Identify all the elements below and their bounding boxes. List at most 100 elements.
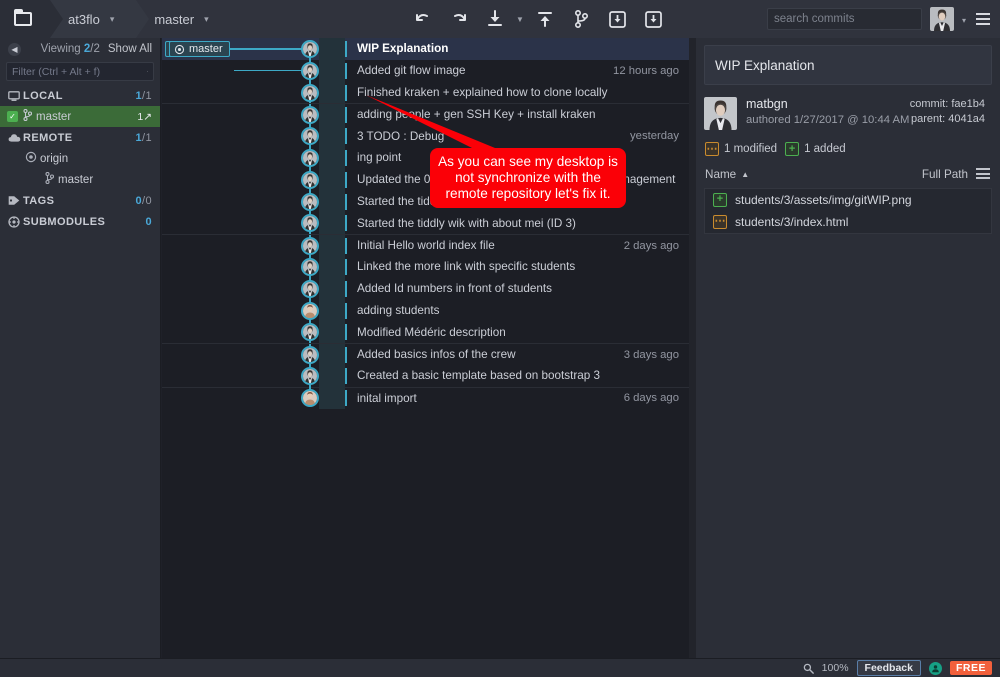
parent-hash-row: parent: 4041a4 xyxy=(910,113,985,125)
origin-label: origin xyxy=(40,152,69,165)
commit-node-avatar[interactable] xyxy=(301,257,319,276)
commit-node-avatar[interactable] xyxy=(301,366,319,385)
submodules-count: 0 xyxy=(145,215,152,228)
added-count: 1 added xyxy=(804,143,846,155)
commit-hashes: commit: fae1b4 parent: 4041a4 xyxy=(910,97,990,130)
avatar[interactable] xyxy=(930,7,954,31)
file-row[interactable]: + students/3/assets/img/gitWIP.png xyxy=(705,189,991,211)
lane-bar xyxy=(345,367,347,384)
authored-date: authored 1/27/2017 @ 10:44 AM xyxy=(746,114,910,126)
commit-row[interactable]: Started the tiddly wik with about mei (I… xyxy=(162,212,689,235)
commit-node-avatar[interactable] xyxy=(301,148,319,167)
commit-row[interactable]: Created a basic template based on bootst… xyxy=(162,364,689,387)
redo-button[interactable] xyxy=(441,0,477,38)
branch-button[interactable] xyxy=(563,0,599,38)
branch-icon xyxy=(40,171,58,187)
stash-button[interactable] xyxy=(599,0,635,38)
pull-dropdown[interactable]: ▼ xyxy=(513,0,527,38)
commit-row[interactable]: inital import 6 days ago xyxy=(162,386,689,410)
zoom-level[interactable]: 100% xyxy=(822,662,849,674)
sidebar-item-origin[interactable]: origin xyxy=(0,148,160,169)
commit-graph-pane[interactable]: WIP Explanation Added git flow image 12 ho… xyxy=(162,38,689,658)
search-commits-box[interactable] xyxy=(767,8,928,30)
sidebar-section-remote[interactable]: REMOTE 1/1 xyxy=(0,127,160,148)
lane-background xyxy=(319,103,345,126)
checkbox-checked-icon[interactable]: ✓ xyxy=(7,111,18,122)
list-view-icon[interactable] xyxy=(976,168,990,182)
commit-graph-cell xyxy=(162,343,352,366)
chevron-down-icon: ▾ xyxy=(109,13,115,24)
commit-node-avatar[interactable] xyxy=(301,83,319,102)
magnifier-icon xyxy=(803,663,814,674)
commit-node-avatar[interactable] xyxy=(301,389,319,408)
sidebar-item-local-master[interactable]: ✓ master 1↗ xyxy=(0,106,160,127)
push-button[interactable] xyxy=(527,0,563,38)
commit-message-box[interactable]: WIP Explanation xyxy=(704,45,992,85)
pop-stash-button[interactable] xyxy=(635,0,671,38)
sidebar-section-tags[interactable]: TAGS 0/0 xyxy=(0,190,160,211)
push-up-arrow-icon xyxy=(538,12,552,27)
sidebar-section-local[interactable]: LOCAL 1/1 xyxy=(0,85,160,106)
commit-node-avatar[interactable] xyxy=(301,192,319,211)
lane-bar xyxy=(345,171,347,188)
pull-button[interactable] xyxy=(477,0,513,38)
commit-node-avatar[interactable] xyxy=(301,61,319,80)
commit-row[interactable]: Modified Médéric description xyxy=(162,321,689,344)
sidebar-item-remote-master[interactable]: master xyxy=(0,169,160,190)
status-bar: 100% Feedback FREE xyxy=(0,658,1000,677)
parent-hash: 4041a4 xyxy=(948,113,985,125)
filter-box[interactable] xyxy=(6,62,154,81)
commit-node-avatar[interactable] xyxy=(301,127,319,146)
commit-row[interactable]: Linked the more link with specific stude… xyxy=(162,255,689,278)
profile-dropdown[interactable]: ▾ xyxy=(962,16,966,25)
modified-count: 1 modified xyxy=(724,143,778,155)
filter-input[interactable] xyxy=(12,65,147,78)
account-icon[interactable] xyxy=(928,661,942,675)
lane-background xyxy=(319,146,345,169)
panel-divider[interactable] xyxy=(689,38,696,658)
commit-node-avatar[interactable] xyxy=(301,105,319,124)
full-path-toggle[interactable]: Full Path xyxy=(922,168,968,181)
commit-node-avatar[interactable] xyxy=(301,279,319,298)
file-list-header: Name ▲ Full Path xyxy=(696,156,1000,188)
open-repo-button[interactable] xyxy=(0,0,63,38)
sidebar-tags-label: TAGS xyxy=(23,194,55,207)
show-all-button[interactable]: Show All xyxy=(108,43,152,55)
search-input[interactable] xyxy=(774,13,928,25)
commit-row[interactable]: Added Id numbers in front of students xyxy=(162,277,689,300)
submodule-icon xyxy=(8,215,23,228)
column-name[interactable]: Name xyxy=(705,168,736,181)
folder-icon xyxy=(14,9,32,26)
commit-message: Added git flow image xyxy=(357,64,466,78)
commit-node-avatar[interactable] xyxy=(301,301,319,320)
commit-graph-cell xyxy=(162,81,352,104)
chevron-left-icon[interactable]: ◀ xyxy=(8,42,21,56)
commit-node-avatar[interactable] xyxy=(301,40,319,58)
ref-remote-label: master xyxy=(189,43,223,55)
lane-background xyxy=(319,81,345,104)
ref-label-remote-master[interactable]: master xyxy=(169,41,230,57)
plan-badge[interactable]: FREE xyxy=(949,661,992,675)
commit-node-avatar[interactable] xyxy=(301,236,319,255)
commit-row[interactable]: Added basics infos of the crew 3 days ago xyxy=(162,343,689,366)
commit-row[interactable]: adding students xyxy=(162,299,689,322)
commit-node-avatar[interactable] xyxy=(301,214,319,233)
lane-bar xyxy=(345,237,347,254)
annotation-text: As you can see my desktop is not synchro… xyxy=(438,153,618,202)
file-row[interactable]: ⋯ students/3/index.html xyxy=(705,211,991,233)
commit-node-avatar[interactable] xyxy=(301,170,319,189)
breadcrumb-branch[interactable]: master ▾ xyxy=(136,0,244,38)
feedback-button[interactable]: Feedback xyxy=(856,660,921,676)
sidebar-section-submodules[interactable]: SUBMODULES 0 xyxy=(0,211,160,232)
lane-background xyxy=(319,321,345,344)
commit-message: Initial Hello world index file xyxy=(357,239,495,253)
remote-count: 1/1 xyxy=(135,131,152,144)
commit-node-avatar[interactable] xyxy=(301,345,319,364)
commit-time: 6 days ago xyxy=(623,392,679,405)
stash-down-icon xyxy=(608,10,626,28)
commit-node-avatar[interactable] xyxy=(301,323,319,342)
hamburger-menu-icon[interactable] xyxy=(976,13,990,28)
undo-button[interactable] xyxy=(405,0,441,38)
commit-row[interactable]: Initial Hello world index file 2 days ago xyxy=(162,234,689,257)
sort-ascending-icon[interactable]: ▲ xyxy=(741,170,749,179)
